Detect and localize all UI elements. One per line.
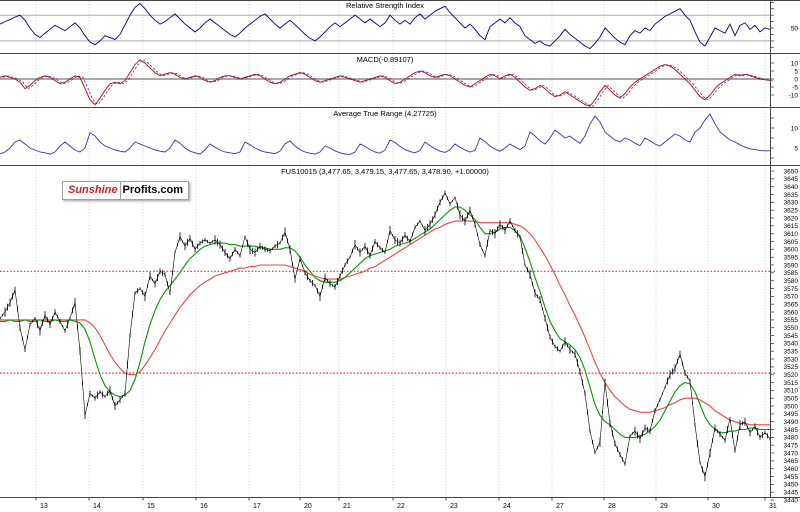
atr-line [0, 114, 770, 154]
axis-tick-label: -10 [789, 92, 799, 99]
axis-tick-label: 3530 [784, 356, 799, 363]
logo-brand-red: Sunshine [62, 181, 120, 200]
axis-tick-label: 3610 [784, 231, 799, 238]
axis-tick-label: 3630 [784, 200, 799, 207]
date-axis: 13 14 15 16 17 20 21 22 23 24 27 28 29 30 31 [40, 503, 777, 510]
rsi-axis: 50 [771, 2, 799, 53]
axis-tick-label: 5 [794, 145, 798, 152]
axis-tick-label: 23 [450, 503, 458, 510]
axis-tick-label: 3550 [784, 325, 799, 332]
axis-tick-label: 3445 [784, 490, 799, 497]
axis-tick-label: 30 [712, 503, 720, 510]
axis-tick-label: 3460 [784, 466, 799, 473]
chart-canvas: 3650364536403635363036253620361536103605… [0, 0, 800, 512]
axis-tick-label: 3555 [784, 317, 799, 324]
axis-tick-label: 3465 [784, 458, 799, 465]
rsi-ref-lines [0, 15, 770, 41]
axis-tick-label: 3640 [784, 184, 799, 191]
axis-tick-label: 3620 [784, 215, 799, 222]
axis-tick-label: 3455 [784, 474, 799, 481]
axis-tick-label: 3470 [784, 450, 799, 457]
stock-chart-screenshot: 3650364536403635363036253620361536103605… [0, 0, 800, 512]
price-series [0, 191, 770, 482]
axis-tick-label: 24 [503, 503, 511, 510]
axis-tick-label: 28 [608, 503, 616, 510]
axis-tick-label: 3510 [784, 388, 799, 395]
axis-tick-label: 3515 [784, 380, 799, 387]
axis-tick-label: 3605 [784, 239, 799, 246]
axis-tick-label: 3490 [784, 419, 799, 426]
axis-tick-label: 3535 [784, 349, 799, 356]
axis-tick-label: 3615 [784, 223, 799, 230]
axis-tick-label: 3580 [784, 278, 799, 285]
axis-tick-label: 3595 [784, 255, 799, 262]
axis-tick-label: 3625 [784, 208, 799, 215]
axis-tick-label: 13 [40, 503, 48, 510]
axis-tick-label: 17 [253, 503, 261, 510]
axis-tick-label: 50 [791, 25, 799, 32]
axis-tick-label: 22 [397, 503, 405, 510]
axis-tick-label: 21 [343, 503, 351, 510]
axis-tick-label: 3600 [784, 247, 799, 254]
axis-tick-label: 3545 [784, 333, 799, 340]
axis-tick-label: 3540 [784, 341, 799, 348]
price-axis: 3650364536403635363036253620361536103605… [771, 168, 799, 504]
axis-tick-label: 3575 [784, 286, 799, 293]
sunshine-profits-logo: Sunshine Profits.com [62, 181, 189, 200]
axis-tick-label: 3525 [784, 364, 799, 371]
logo-brand-black: Profits.com [120, 181, 190, 200]
axis-tick-label: 3590 [784, 262, 799, 269]
axis-tick-label: 3650 [784, 168, 799, 175]
axis-tick-label: 3505 [784, 396, 799, 403]
axis-tick-label: 31 [769, 503, 777, 510]
axis-tick-label: 29 [660, 503, 668, 510]
axis-tick-label: 3585 [784, 270, 799, 277]
axis-tick-label: 15 [147, 503, 155, 510]
axis-tick-label: 0 [794, 76, 798, 83]
axis-tick-label: 16 [200, 503, 208, 510]
axis-tick-label: 14 [93, 503, 101, 510]
axis-tick-label: 3565 [784, 302, 799, 309]
axis-tick-label: 3475 [784, 443, 799, 450]
axis-tick-label: 3635 [784, 192, 799, 199]
macd-axis: 1050-5-10 [771, 60, 799, 99]
axis-tick-label: 27 [556, 503, 564, 510]
axis-tick-label: 3645 [784, 176, 799, 183]
axis-tick-label: 3485 [784, 427, 799, 434]
axis-tick-label: 3450 [784, 482, 799, 489]
rsi-line [0, 4, 770, 49]
axis-tick-label: 3520 [784, 372, 799, 379]
axis-tick-label: 5 [794, 68, 798, 75]
axis-tick-label: 3500 [784, 403, 799, 410]
axis-tick-label: 10 [791, 60, 799, 67]
ma-fast-line [0, 207, 770, 437]
support-resistance-lines [0, 271, 776, 373]
axis-tick-label: 3570 [784, 294, 799, 301]
axis-tick-label: 3560 [784, 309, 799, 316]
axis-tick-label: 3440 [784, 497, 799, 504]
atr-axis: 10 5 [771, 118, 799, 158]
axis-tick-label: 3495 [784, 411, 799, 418]
axis-tick-label: -5 [792, 84, 798, 91]
axis-tick-label: 10 [791, 125, 799, 132]
axis-tick-label: 3480 [784, 435, 799, 442]
axis-tick-label: 20 [304, 503, 312, 510]
